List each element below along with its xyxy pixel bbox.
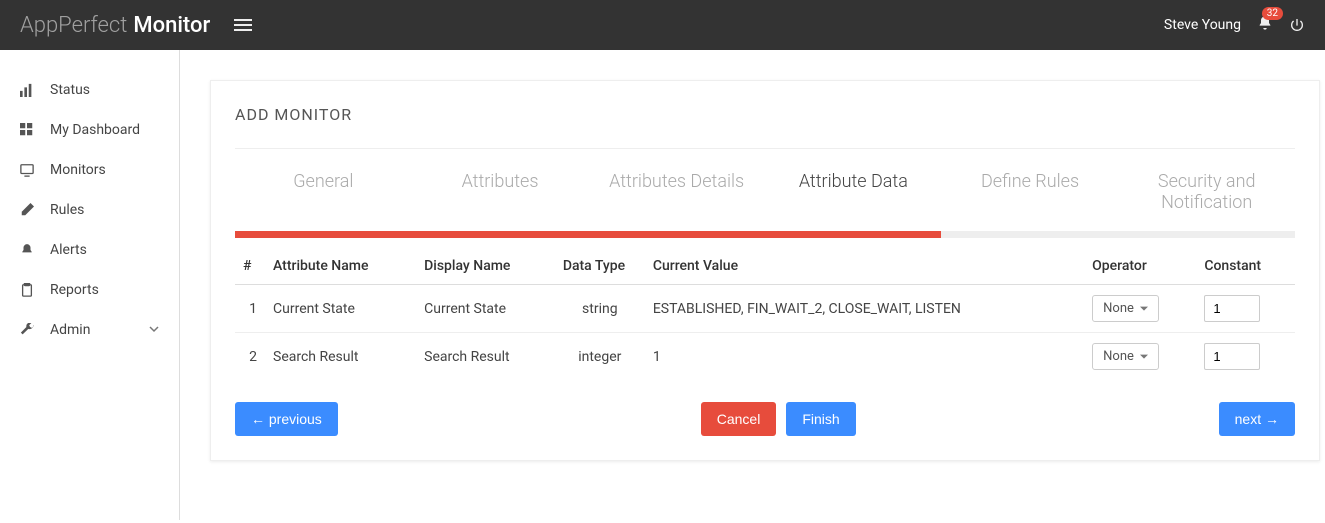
row-display-name: Search Result xyxy=(416,333,555,381)
col-header-data-type: Data Type xyxy=(555,248,645,285)
row-operator-cell: None xyxy=(1084,285,1196,333)
pencil-icon xyxy=(20,203,34,217)
sidebar-item-label: Alerts xyxy=(50,242,87,258)
row-display-name: Current State xyxy=(416,285,555,333)
bar-chart-icon xyxy=(20,83,34,97)
main-content: ADD MONITOR General Attributes Attribute… xyxy=(180,50,1325,520)
col-header-constant: Constant xyxy=(1196,248,1295,285)
operator-dropdown[interactable]: None xyxy=(1092,295,1159,322)
row-attr-name: Current State xyxy=(265,285,416,333)
brand-prefix: AppPerfect xyxy=(20,13,127,38)
table-row: 1 Current State Current State string EST… xyxy=(235,285,1295,333)
sidebar-item-alerts[interactable]: Alerts xyxy=(0,230,179,270)
notifications-button[interactable]: 32 xyxy=(1257,15,1273,35)
row-current-value: ESTABLISHED, FIN_WAIT_2, CLOSE_WAIT, LIS… xyxy=(645,285,1084,333)
clipboard-icon xyxy=(20,283,34,297)
tab-attributes[interactable]: Attributes xyxy=(412,161,589,231)
next-button[interactable]: next → xyxy=(1219,402,1295,436)
tab-define-rules[interactable]: Define Rules xyxy=(942,161,1119,231)
panel-title: ADD MONITOR xyxy=(235,105,1295,124)
row-constant-cell xyxy=(1196,333,1295,381)
row-operator-cell: None xyxy=(1084,333,1196,381)
tab-attributes-details[interactable]: Attributes Details xyxy=(588,161,765,231)
top-header: AppPerfect Monitor Steve Young 32 xyxy=(0,0,1325,50)
row-data-type: integer xyxy=(555,333,645,381)
constant-input[interactable] xyxy=(1204,343,1260,370)
bell-icon xyxy=(20,243,34,257)
add-monitor-panel: ADD MONITOR General Attributes Attribute… xyxy=(210,80,1320,461)
row-num: 1 xyxy=(235,285,265,333)
tab-attribute-data[interactable]: Attribute Data xyxy=(765,161,942,231)
brand-strong: Monitor xyxy=(133,13,210,38)
table-row: 2 Search Result Search Result integer 1 … xyxy=(235,333,1295,381)
col-header-attr-name: Attribute Name xyxy=(265,248,416,285)
menu-toggle-icon[interactable] xyxy=(234,19,252,31)
wizard-progress xyxy=(235,231,1295,238)
sidebar-item-label: Rules xyxy=(50,202,84,218)
sidebar-item-label: Admin xyxy=(50,322,90,338)
tab-general[interactable]: General xyxy=(235,161,412,231)
progress-fill xyxy=(235,231,941,238)
sidebar-item-label: Status xyxy=(50,82,90,98)
wizard-button-row: ← previous Cancel Finish next → xyxy=(235,402,1295,436)
sidebar: Status My Dashboard Monitors Rules Alert… xyxy=(0,50,180,520)
row-num: 2 xyxy=(235,333,265,381)
header-right: Steve Young 32 xyxy=(1164,15,1305,35)
finish-button[interactable]: Finish xyxy=(786,402,855,436)
previous-button[interactable]: ← previous xyxy=(235,402,338,436)
row-data-type: string xyxy=(555,285,645,333)
wizard-tabs: General Attributes Attributes Details At… xyxy=(235,148,1295,231)
brand-logo: AppPerfect Monitor xyxy=(20,13,210,38)
power-icon[interactable] xyxy=(1289,17,1305,33)
row-attr-name: Search Result xyxy=(265,333,416,381)
tab-security-notification[interactable]: Security and Notification xyxy=(1118,161,1295,231)
sidebar-item-monitors[interactable]: Monitors xyxy=(0,150,179,190)
row-constant-cell xyxy=(1196,285,1295,333)
row-current-value: 1 xyxy=(645,333,1084,381)
sidebar-item-dashboard[interactable]: My Dashboard xyxy=(0,110,179,150)
sidebar-item-label: My Dashboard xyxy=(50,122,140,138)
sidebar-item-status[interactable]: Status xyxy=(0,70,179,110)
operator-value: None xyxy=(1103,349,1134,364)
chevron-down-icon xyxy=(149,322,159,338)
operator-dropdown[interactable]: None xyxy=(1092,343,1159,370)
col-header-operator: Operator xyxy=(1084,248,1196,285)
attribute-data-table: # Attribute Name Display Name Data Type … xyxy=(235,248,1295,380)
operator-value: None xyxy=(1103,301,1134,316)
caret-down-icon xyxy=(1140,353,1148,361)
monitor-icon xyxy=(20,163,34,177)
col-header-display-name: Display Name xyxy=(416,248,555,285)
grid-icon xyxy=(20,123,34,137)
sidebar-item-rules[interactable]: Rules xyxy=(0,190,179,230)
col-header-num: # xyxy=(235,248,265,285)
cancel-button[interactable]: Cancel xyxy=(701,402,777,436)
notification-badge: 32 xyxy=(1262,7,1283,20)
sidebar-item-admin[interactable]: Admin xyxy=(0,310,179,350)
sidebar-item-label: Monitors xyxy=(50,162,106,178)
constant-input[interactable] xyxy=(1204,295,1260,322)
user-name[interactable]: Steve Young xyxy=(1164,17,1241,33)
caret-down-icon xyxy=(1140,305,1148,313)
sidebar-item-reports[interactable]: Reports xyxy=(0,270,179,310)
sidebar-item-label: Reports xyxy=(50,282,99,298)
col-header-current-value: Current Value xyxy=(645,248,1084,285)
wrench-icon xyxy=(20,323,34,337)
